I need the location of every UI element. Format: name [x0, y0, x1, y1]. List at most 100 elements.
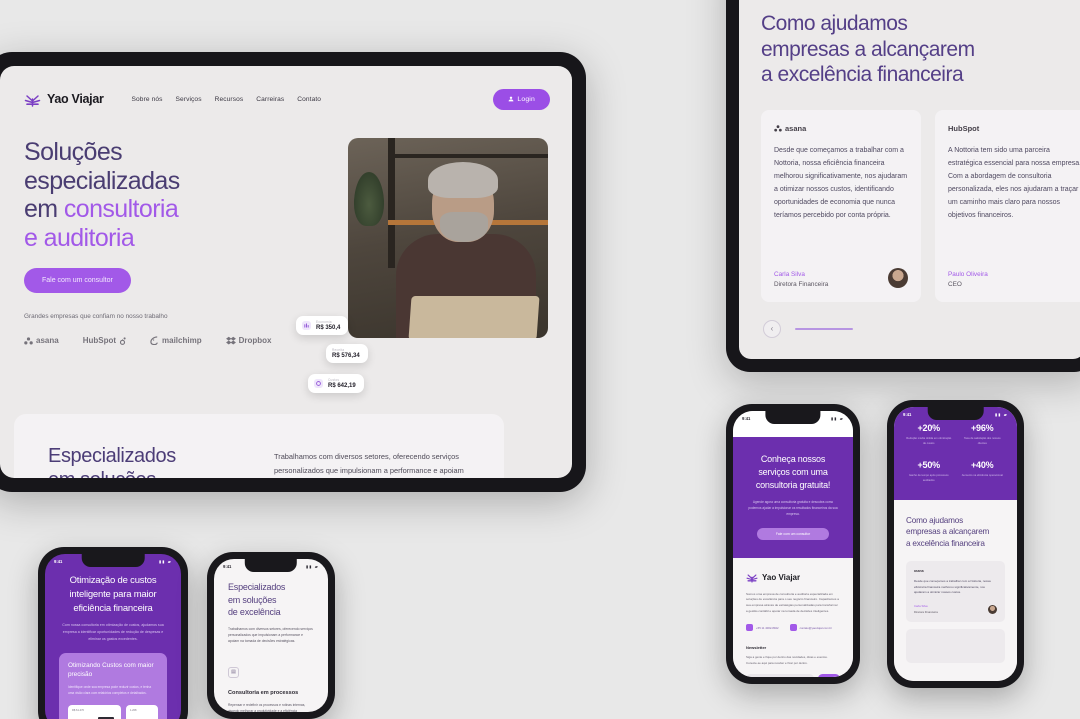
bar-chart: 1.208: [126, 704, 158, 719]
cta-button[interactable]: Fale com um consultor: [757, 527, 829, 540]
stat-bubble-value: R$ 350,4: [316, 325, 341, 331]
status-time: 9:41: [223, 563, 232, 569]
status-icons: ▮▮ ▰: [306, 563, 319, 569]
mail-icon: [789, 624, 797, 632]
hero-title-line-1: Soluções: [24, 138, 123, 166]
solutions-title-line-1: Especializados: [228, 582, 286, 592]
phone-device-cta: 9:41 ▮▮ ▰ Conheça nossos serviços com um…: [726, 404, 860, 684]
status-time: 9:41: [903, 411, 912, 417]
cta-hero: Conheça nossos serviços com uma consulto…: [733, 437, 853, 558]
stat-bubble-caption: Economia: [316, 320, 332, 324]
desktop-hero: Soluções especializadas em consultoria e…: [0, 116, 572, 393]
phone-notch: [81, 554, 145, 567]
footer-contact-phone-label: +55 11 4002-8922: [756, 625, 779, 630]
talk-to-consultant-button[interactable]: Fale com um consultor: [24, 268, 131, 293]
brand-logo[interactable]: Yao Viajar: [24, 92, 104, 107]
testimonial-card-secondary: [906, 628, 1005, 663]
status-icons: ▮▮ ▰: [831, 415, 844, 421]
nav-item-recursos[interactable]: Recursos: [215, 96, 244, 103]
tablet-title-line-1: Como ajudamos: [761, 12, 908, 35]
partner-logos: asana HubSpot mailchimp Dropbox: [24, 336, 274, 345]
specialized-solutions-section: Especializados em soluções Trabalhamos c…: [14, 414, 504, 478]
testimonial-cards: asana Desde que começamos a trabalhar co…: [761, 109, 1080, 302]
phone-notch: [244, 559, 298, 572]
phone-notch: [765, 411, 821, 424]
testimonial-author-name: Carla Silva: [914, 603, 928, 608]
carousel-progress-bar[interactable]: [795, 327, 853, 330]
partner-mailchimp: mailchimp: [150, 336, 202, 345]
testimonial-card: asana Desde que começamos a trabalhar co…: [761, 109, 921, 302]
line-chart-label: R$ 61.470: [72, 708, 84, 712]
testimonial-company: HubSpot: [948, 124, 1080, 133]
phone-icon: [746, 624, 753, 632]
user-icon: [508, 96, 514, 102]
phone-device-solutions: 9:41 ▮▮ ▰ Especializados em soluções de …: [207, 552, 335, 719]
testimonial-author-name: Paulo Oliveira: [948, 270, 988, 278]
solutions-title-line-3: de excelência: [228, 607, 281, 618]
solutions-title: Especializados em soluções de excelência: [228, 581, 314, 619]
hero-visual: Economia R$ 350,4 Receita R$ 576,34 Cust…: [284, 138, 548, 393]
status-icons: ▮▮ ▰: [159, 558, 172, 564]
phone-device-costs: 9:41 ▮▮ ▰ Otimização de custos inteligen…: [38, 547, 188, 719]
document-icon: ▤: [228, 666, 239, 678]
hero-title-line-3-plain: em: [24, 195, 64, 223]
testimonial-card: asana Desde que começamos a trabalhar co…: [906, 561, 1005, 622]
hero-copy: Soluções especializadas em consultoria e…: [24, 138, 274, 345]
bar-chart-label: 1.208: [130, 708, 137, 712]
costs-title: Otimização de custos inteligente para ma…: [69, 575, 157, 614]
newsletter-email-input[interactable]: [746, 674, 814, 677]
sunburst-plant-icon: [24, 92, 41, 107]
stats-title-line-2: empresas a alcançarem: [906, 527, 990, 537]
desktop-website: Yao Viajar Sobre nós Serviços Recursos C…: [0, 66, 572, 478]
newsletter-title: Newsletter: [746, 645, 767, 651]
status-icons: ▮▮ ▰: [995, 411, 1008, 417]
testimonial-author-name: Carla Silva: [774, 270, 805, 278]
costs-page: Otimização de custos inteligente para ma…: [45, 554, 181, 719]
testimonial-author-role: Diretora Financeira: [914, 609, 938, 614]
asana-icon: [24, 336, 33, 345]
stats-section-title: Como ajudamos empresas a alcançarem a ex…: [906, 515, 1005, 549]
nav-item-servicos[interactable]: Serviços: [176, 96, 202, 103]
phone-screen-cta: 9:41 ▮▮ ▰ Conheça nossos serviços com um…: [733, 411, 853, 677]
solutions-subtitle: Trabalhamos com diversos setores, oferec…: [228, 626, 313, 644]
stat-value: +20%: [917, 423, 941, 433]
footer-contact-email[interactable]: contato@yaoviajar.com.br: [789, 624, 832, 632]
footer-contact-phone[interactable]: +55 11 4002-8922: [746, 624, 779, 632]
hero-title-line-2: especializadas: [24, 166, 180, 195]
stat-bubble-caption: Receita: [332, 348, 345, 352]
footer-contacts: +55 11 4002-8922 contato@yaoviajar.com.b…: [746, 624, 840, 632]
laptop-device-frame: Yao Viajar Sobre nós Serviços Recursos C…: [0, 52, 586, 492]
stats-testimonial-section: Como ajudamos empresas a alcançarem a ex…: [894, 499, 1017, 681]
newsletter-submit-button[interactable]: [818, 674, 840, 677]
testimonial-author: Carla Silva Diretora Financeira: [774, 267, 908, 288]
partner-asana: asana: [24, 336, 59, 345]
tablet-screen: Como ajudamos empresas a alcançarem a ex…: [739, 0, 1080, 359]
stat-bubble-value: R$ 576,34: [332, 353, 360, 359]
testimonial-card: HubSpot A Nottoria tem sido uma parceira…: [935, 109, 1080, 302]
trust-label: Grandes empresas que confiam no nosso tr…: [24, 313, 168, 320]
costs-card-body: Identifique onde sua empresa pode reduzi…: [68, 685, 152, 695]
chevron-left-icon[interactable]: ‹: [763, 319, 781, 338]
phone-device-stats: 9:41 ▮▮ ▰ +20% Redução média obtida em o…: [887, 400, 1024, 688]
mockup-showcase: Yao Viajar Sobre nós Serviços Recursos C…: [0, 0, 1080, 719]
stats-section: +20% Redução média obtida em otimização …: [894, 407, 1017, 500]
login-button[interactable]: Login: [493, 88, 550, 110]
person-hair: [428, 162, 498, 198]
testimonial-author: Carla Silva Diretora Financeira: [914, 604, 997, 614]
testimonial-author-role: CEO: [948, 280, 962, 288]
solutions-title-line-2: em soluções: [228, 594, 277, 605]
section-body: Trabalhamos com diversos setores, oferec…: [274, 452, 464, 475]
nav-links: Sobre nós Serviços Recursos Carreiras Co…: [132, 96, 322, 103]
money-icon: [314, 379, 323, 388]
stat-label: Ganho de tempo após processos auditados: [908, 474, 949, 483]
partner-dropbox-label: Dropbox: [238, 336, 272, 345]
nav-item-carreiras[interactable]: Carreiras: [256, 96, 284, 103]
testimonial-carousel-controls: ‹: [761, 319, 1063, 338]
asana-icon: [774, 125, 782, 132]
chart-icon: [302, 321, 311, 330]
hero-title-line-4-accent: e auditoria: [24, 223, 135, 252]
nav-item-sobre-nos[interactable]: Sobre nós: [132, 96, 163, 103]
testimonial-company-label: asana: [785, 123, 807, 133]
nav-item-contato[interactable]: Contato: [297, 96, 321, 103]
footer-text: Somos uma empresa de consultoria e audit…: [746, 591, 839, 613]
